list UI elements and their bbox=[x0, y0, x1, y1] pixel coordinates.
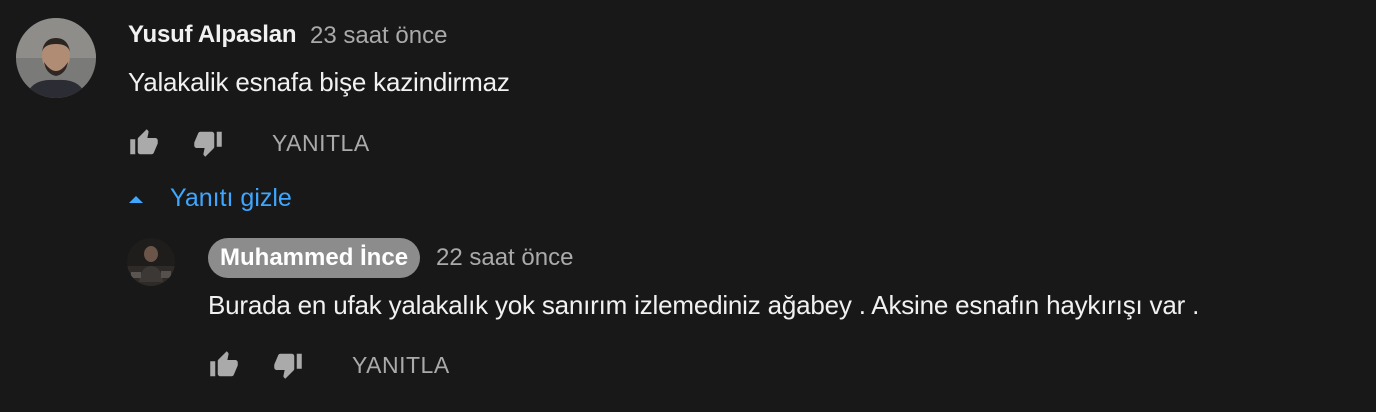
avatar[interactable] bbox=[16, 18, 96, 98]
reply-like-button[interactable] bbox=[207, 348, 241, 382]
reply-button[interactable]: YANITLA bbox=[272, 130, 370, 157]
dislike-button[interactable] bbox=[191, 126, 225, 160]
reply-timestamp[interactable]: 22 saat önce bbox=[436, 244, 573, 272]
thumbs-up-icon bbox=[130, 129, 158, 155]
reply-avatar[interactable] bbox=[127, 238, 175, 286]
caret-up-icon bbox=[129, 195, 143, 203]
hide-replies-label: Yanıtı gizle bbox=[170, 184, 292, 212]
reply-reply-button[interactable]: YANITLA bbox=[352, 352, 450, 379]
thumbs-down-icon bbox=[194, 131, 222, 157]
reply-dislike-button[interactable] bbox=[271, 348, 305, 382]
reply-text: Burada en ufak yalakalık yok sanırım izl… bbox=[208, 290, 1200, 320]
comment-text: Yalakalik esnafa bişe kazindirmaz bbox=[128, 67, 510, 97]
thumbs-up-icon bbox=[210, 351, 238, 377]
comments-section: Yusuf Alpaslan 23 saat önce Yalakalik es… bbox=[0, 0, 1376, 412]
like-button[interactable] bbox=[127, 126, 161, 160]
comment-timestamp[interactable]: 23 saat önce bbox=[310, 22, 447, 50]
reply-author[interactable]: Muhammed İnce bbox=[208, 238, 421, 278]
thumbs-down-icon bbox=[274, 353, 302, 379]
comment-author[interactable]: Yusuf Alpaslan bbox=[128, 21, 297, 49]
hide-replies-button[interactable]: Yanıtı gizle bbox=[128, 184, 292, 213]
